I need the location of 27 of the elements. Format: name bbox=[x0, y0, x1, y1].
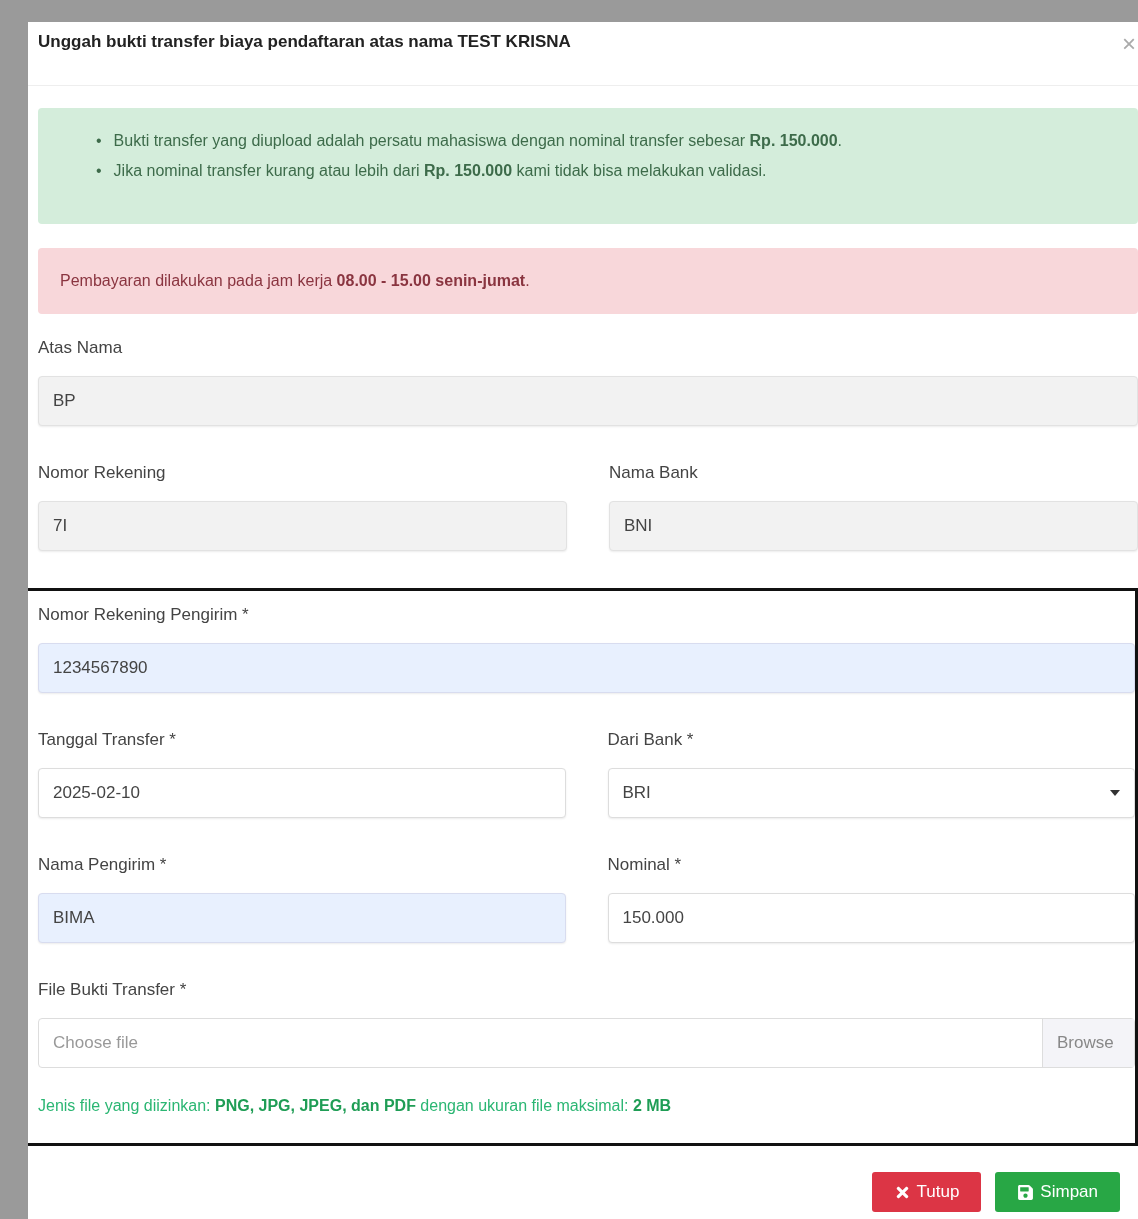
field-label: Nomor Rekening bbox=[38, 463, 167, 483]
field-label: Atas Nama bbox=[38, 338, 124, 358]
input-field[interactable]: 1234567890 bbox=[38, 643, 1135, 693]
save-icon bbox=[1017, 1183, 1035, 1201]
close-button[interactable]: Tutup bbox=[871, 1172, 982, 1212]
input-field[interactable]: BIMA bbox=[38, 893, 566, 943]
help-text: Jenis file yang diizinkan: PNG, JPG, JPEG, dan PDF dengan ukuran file maksimal: 2 MB bbox=[38, 1097, 673, 1115]
field-label: Nominal * bbox=[607, 855, 683, 875]
bullet: • bbox=[96, 161, 102, 181]
info-text: Jika nominal transfer kurang atau lebih dari Rp. 150.000 kami tidak bisa melakukan validasi. bbox=[113, 161, 767, 181]
field-label: Tanggal Transfer * bbox=[38, 730, 177, 750]
field-label: File Bukti Transfer * bbox=[38, 980, 188, 1000]
input-field[interactable]: BP bbox=[38, 376, 1138, 426]
input-field[interactable]: 7I bbox=[38, 501, 567, 551]
input-field[interactable]: BNI bbox=[609, 501, 1138, 551]
field-label: Nama Pengirim * bbox=[38, 855, 168, 875]
field-label: Nomor Rekening Pengirim * bbox=[38, 605, 250, 625]
warning-text: Pembayaran dilakukan pada jam kerja 08.00 - 15.00 senin-jumat. bbox=[60, 272, 530, 289]
bullet: • bbox=[96, 131, 102, 151]
input-field[interactable]: 2025-02-10 bbox=[38, 768, 566, 818]
input-field[interactable]: 150.000 bbox=[607, 893, 1135, 943]
info-text: Bukti transfer yang diupload adalah persatu mahasiswa dengan nominal transfer sebesar Rp. 150.000. bbox=[113, 131, 843, 151]
modal-title: Unggah bukti transfer biaya pendaftaran atas nama TEST KRISNA bbox=[38, 32, 571, 52]
field-label: Nama Bank bbox=[609, 463, 699, 483]
caret-icon bbox=[1110, 790, 1120, 796]
select-field[interactable]: BRI bbox=[607, 768, 1135, 818]
field-label: Dari Bank * bbox=[607, 730, 695, 750]
